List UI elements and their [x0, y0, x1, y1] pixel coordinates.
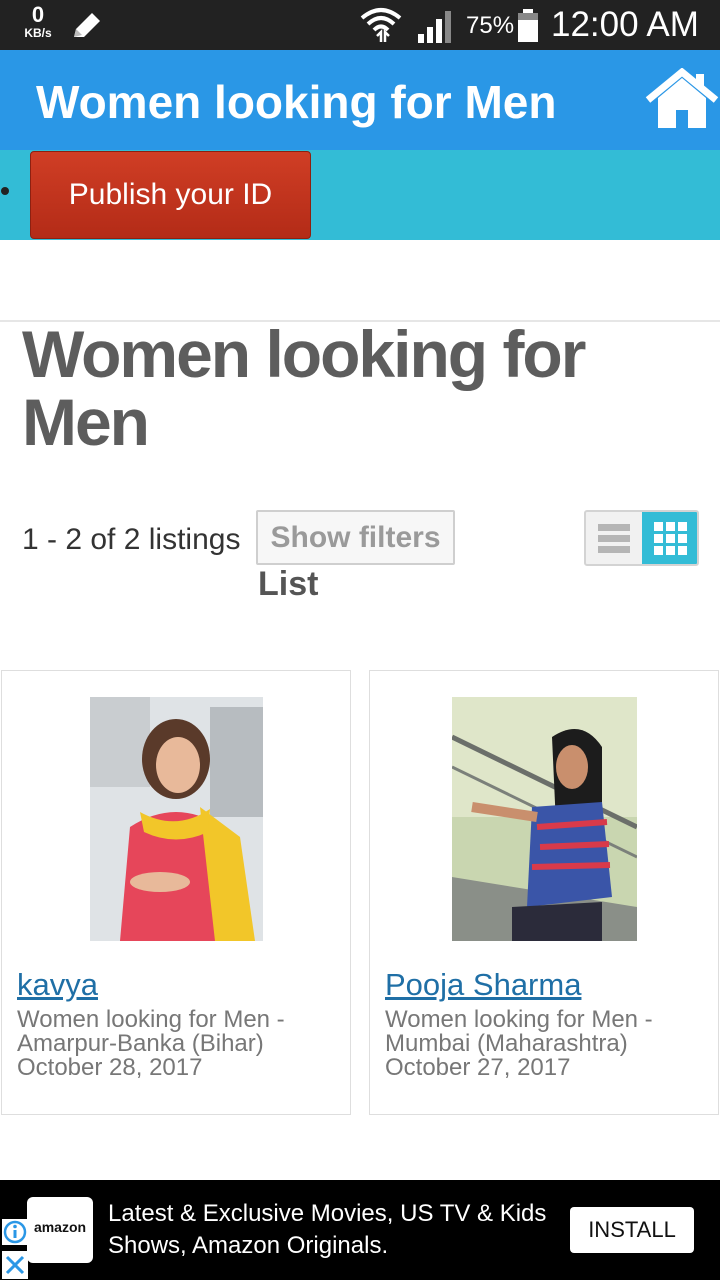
network-speed-unit: KB/s — [24, 26, 52, 40]
battery-percent: 75% — [466, 12, 515, 39]
listing-name-link[interactable]: Pooja Sharma — [385, 967, 581, 1003]
clock: 12:00 AM — [551, 5, 699, 44]
signal-icon — [418, 11, 451, 43]
publish-id-button[interactable]: Publish your ID — [30, 151, 311, 239]
info-icon[interactable] — [2, 1219, 28, 1245]
listing-location: Amarpur-Banka (Bihar) — [17, 1030, 264, 1057]
grid-view-button[interactable] — [642, 512, 697, 564]
listing-location: Mumbai (Maharashtra) — [385, 1030, 628, 1057]
network-speed: 0 KB/s — [18, 2, 58, 40]
listing-meta: Women looking for Men - Amarpur-Banka (B… — [17, 1008, 337, 1080]
battery-icon — [518, 9, 538, 42]
list-view-button[interactable] — [586, 512, 642, 564]
amazon-logo: amazon — [27, 1197, 93, 1263]
app-bar: Women looking for Men — [0, 50, 720, 150]
status-bar: 0 KB/s 75% 12:00 AM — [0, 0, 720, 50]
listing-category: Women looking for Men - — [385, 1006, 653, 1033]
list-label: List — [258, 565, 319, 603]
listing-date: October 27, 2017 — [385, 1054, 571, 1081]
listing-card[interactable]: kavya Women looking for Men - Amarpur-Ba… — [1, 670, 351, 1115]
close-icon[interactable] — [2, 1251, 28, 1279]
listing-count: 1 - 2 of 2 listings — [22, 523, 241, 556]
listing-meta: Women looking for Men - Mumbai (Maharash… — [385, 1008, 705, 1080]
wifi-icon — [360, 8, 402, 42]
list-view-icon — [598, 524, 630, 553]
ad-text: Latest & Exclusive Movies, US TV & Kids … — [108, 1200, 547, 1259]
profile-photo[interactable] — [90, 697, 263, 941]
listing-category: Women looking for Men - — [17, 1006, 285, 1033]
ad-banner[interactable]: amazon Latest & Exclusive Movies, US TV … — [0, 1180, 720, 1280]
app-bar-title: Women looking for Men — [36, 76, 557, 128]
listing-card[interactable]: Pooja Sharma Women looking for Men - Mum… — [369, 670, 719, 1115]
profile-photo[interactable] — [452, 697, 637, 941]
home-icon[interactable] — [644, 68, 720, 130]
network-speed-value: 0 — [31, 2, 45, 27]
show-filters-button[interactable]: Show filters — [256, 510, 455, 565]
view-toggle — [584, 510, 699, 566]
listing-date: October 28, 2017 — [17, 1054, 203, 1081]
bullet-dot — [1, 187, 9, 195]
ad-brand: amazon — [33, 1219, 87, 1235]
pencil-icon — [74, 13, 100, 37]
install-button[interactable]: INSTALL — [570, 1207, 694, 1253]
grid-view-icon — [654, 522, 687, 555]
listing-name-link[interactable]: kavya — [17, 967, 98, 1003]
page-title: Women looking for Men — [22, 317, 586, 459]
